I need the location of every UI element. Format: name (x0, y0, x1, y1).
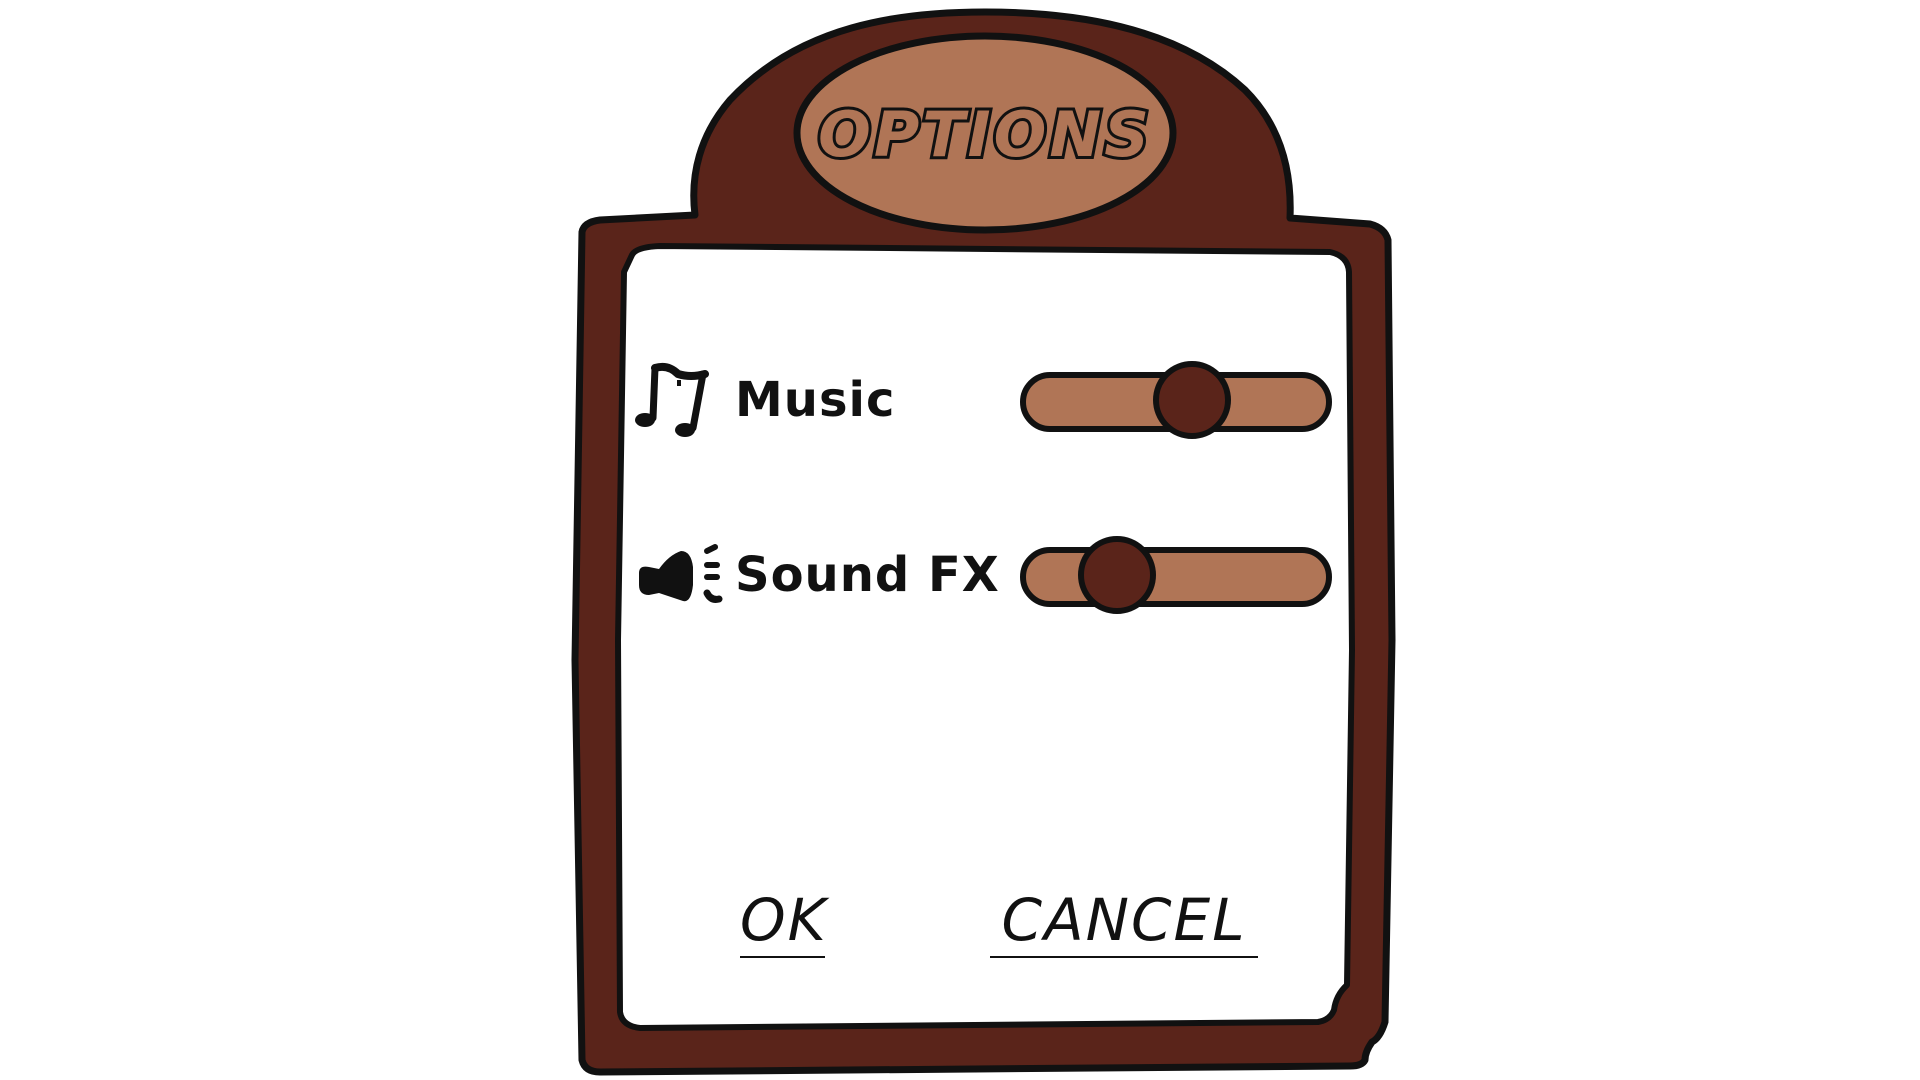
sound-fx-slider-track[interactable] (1020, 547, 1332, 607)
sound-fx-setting-row: Sound FX (625, 535, 1345, 615)
music-note-icon (635, 362, 709, 437)
options-screen: OPTIONS Music Sound FX OK CANCEL (0, 0, 1920, 1080)
options-title: OPTIONS (815, 95, 1152, 174)
sound-fx-volume-slider[interactable] (1020, 536, 1332, 614)
music-setting-row: Music (625, 360, 1345, 440)
music-slider-thumb[interactable] (1152, 361, 1231, 439)
ok-button[interactable]: OK (740, 880, 826, 960)
music-label: Music (735, 372, 896, 428)
sound-fx-slider-thumb[interactable] (1077, 536, 1156, 614)
speaker-icon (639, 544, 723, 603)
music-volume-slider[interactable] (1020, 361, 1332, 439)
sound-fx-label: Sound FX (735, 547, 1000, 603)
cancel-button[interactable]: CANCEL (990, 880, 1258, 960)
